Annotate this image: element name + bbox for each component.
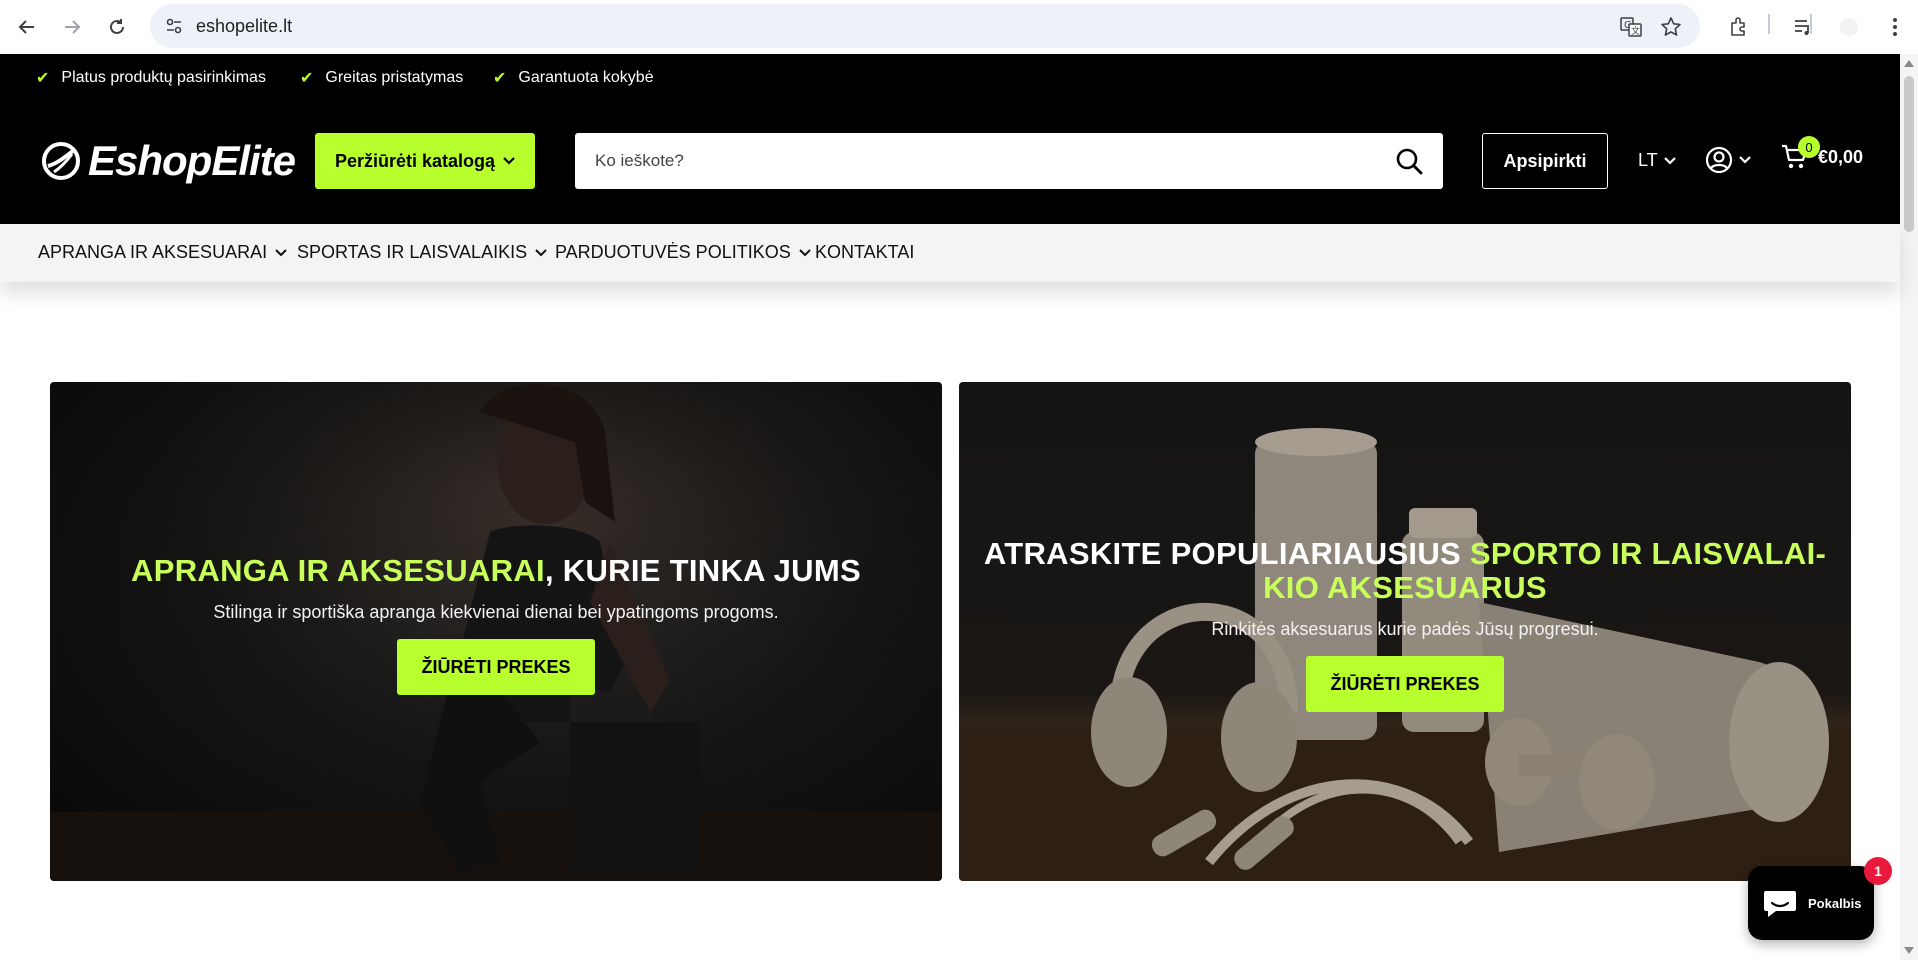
chevron-down-icon (535, 248, 547, 256)
account-icon (1705, 146, 1733, 174)
banner-title: APRANGA IR AKSESUARAI, KURIE TINKA JUMS (50, 554, 942, 588)
address-bar[interactable]: eshopelite.lt G文 (150, 4, 1700, 48)
hero-banner-accessories[interactable]: ATRASKITE POPULIARIAUSIUS SPORTO IR LAIS… (959, 382, 1851, 881)
usp-label: Platus produktų pasirinkimas (61, 68, 266, 86)
check-icon: ✔ (300, 68, 314, 87)
shop-button[interactable]: Apsipirkti (1482, 133, 1608, 189)
usp-item: ✔ Garantuota kokybė (493, 68, 654, 87)
cart-count-badge: 0 (1798, 136, 1820, 158)
banner-subtitle: Rinkitės aksesuarus kurie padės Jūsų pro… (1211, 619, 1599, 639)
toolbar-divider (1810, 14, 1812, 34)
logo-text: EshopElite (88, 137, 296, 184)
svg-text:文: 文 (1631, 25, 1640, 37)
banner-content: ATRASKITE POPULIARIAUSIUS SPORTO IR LAIS… (959, 537, 1851, 712)
search-box[interactable] (575, 133, 1443, 189)
bookmark-star-icon[interactable] (1658, 14, 1684, 40)
nav-item-apparel[interactable]: APRANGA IR AKSESUARAI (38, 242, 287, 263)
view-products-button[interactable]: ŽIŪRĖTI PREKES (397, 639, 595, 695)
nav-item-sports[interactable]: SPORTAS IR LAISVALAIKIS (297, 242, 547, 263)
scroll-up-icon[interactable] (1904, 60, 1914, 67)
chevron-down-icon (1739, 156, 1751, 164)
logo-mark-icon (42, 142, 80, 180)
banner-title-rest: , KURIE TINKA JUMS (544, 553, 861, 588)
usp-item: ✔ Greitas pristatymas (300, 68, 463, 87)
nav-item-label: KONTAKTAI (815, 242, 915, 262)
language-selector[interactable]: LT (1638, 150, 1676, 171)
extensions-icon[interactable] (1722, 10, 1756, 44)
back-icon[interactable] (10, 10, 44, 44)
banner-content: APRANGA IR AKSESUARAI, KURIE TINKA JUMS … (50, 554, 942, 695)
banner-title-highlight: APRANGA IR AKSESUARAI (131, 553, 545, 588)
scrollbar-thumb[interactable] (1904, 76, 1914, 232)
account-menu[interactable] (1705, 146, 1751, 174)
url-text[interactable]: eshopelite.lt (196, 16, 292, 37)
chevron-down-icon (1663, 156, 1676, 165)
profile-icon[interactable] (1832, 10, 1866, 44)
main-navigation: APRANGA IR AKSESUARAI SPORTAS IR LAISVAL… (0, 224, 1900, 282)
browser-toolbar: eshopelite.lt G文 (0, 0, 1918, 54)
site-info-icon[interactable] (162, 14, 186, 38)
banner-title-plain: ATRASKITE POPULIARIAUSIUS (983, 536, 1470, 571)
nav-item-contacts[interactable]: KONTAKTAI (815, 242, 914, 263)
hero-banner-apparel[interactable]: APRANGA IR AKSESUARAI, KURIE TINKA JUMS … (50, 382, 942, 881)
chevron-down-icon (799, 248, 811, 256)
site-header: EshopElite Peržiūrėti katalogą Apsipirkt… (0, 100, 1900, 224)
translate-icon[interactable]: G文 (1618, 14, 1644, 40)
view-products-button[interactable]: ŽIŪRĖTI PREKES (1306, 656, 1504, 712)
check-icon: ✔ (36, 68, 50, 87)
cart-total: €0,00 (1818, 146, 1864, 167)
chevron-down-icon (275, 248, 287, 256)
usp-bar: ✔ Platus produktų pasirinkimas ✔ Greitas… (0, 54, 1900, 100)
language-label: LT (1638, 150, 1658, 170)
catalog-button[interactable]: Peržiūrėti katalogą (315, 133, 535, 189)
reload-icon[interactable] (100, 10, 134, 44)
chat-notification-badge: 1 (1864, 857, 1892, 885)
chat-widget-button[interactable]: Pokalbis 1 (1748, 857, 1892, 940)
chevron-down-icon (503, 157, 515, 165)
usp-item: ✔ Platus produktų pasirinkimas (36, 68, 266, 87)
banner-title: ATRASKITE POPULIARIAUSIUS SPORTO IR LAIS… (959, 537, 1851, 605)
nav-item-label: PARDUOTUVĖS POLITIKOS (555, 242, 791, 262)
nav-item-policies[interactable]: PARDUOTUVĖS POLITIKOS (555, 242, 811, 263)
nav-item-label: APRANGA IR AKSESUARAI (38, 242, 268, 262)
usp-label: Garantuota kokybė (518, 68, 654, 86)
chat-bubble-icon (1764, 891, 1796, 917)
search-input[interactable] (575, 133, 1375, 189)
logo[interactable]: EshopElite (40, 136, 296, 186)
toolbar-divider (1768, 14, 1770, 34)
check-icon: ✔ (493, 68, 507, 87)
forward-icon[interactable] (55, 10, 89, 44)
banner-title-highlight: SPORTO IR LAISVALAI- (1469, 536, 1827, 571)
catalog-button-label: Peržiūrėti katalogą (334, 150, 496, 171)
banner-title-highlight: KIO AKSESUARUS (1263, 570, 1547, 605)
scroll-down-icon[interactable] (1904, 947, 1914, 954)
media-queue-icon[interactable] (1786, 10, 1820, 44)
nav-item-label: SPORTAS IR LAISVALAIKIS (297, 242, 528, 262)
page-scrollbar[interactable] (1900, 54, 1918, 960)
search-icon[interactable] (1395, 147, 1423, 175)
cart-button[interactable]: 0 €0,00 (1780, 136, 1864, 172)
chat-label: Pokalbis (1808, 895, 1862, 911)
more-menu-icon[interactable] (1878, 10, 1912, 44)
banner-subtitle: Stilinga ir sportiška apranga kiekvienai… (213, 602, 779, 622)
usp-label: Greitas pristatymas (325, 68, 464, 86)
